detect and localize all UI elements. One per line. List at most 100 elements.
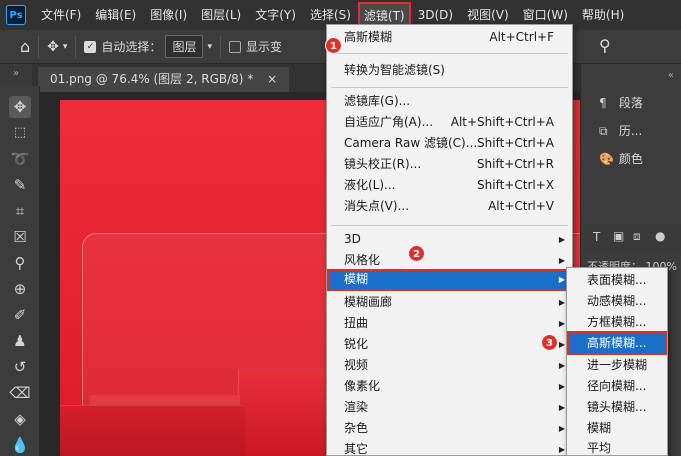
paint-bucket-tool-icon[interactable]: ◈ bbox=[9, 408, 31, 430]
submenu-item-average[interactable]: 平均 bbox=[567, 438, 667, 456]
menu-item-convert-smart-filter[interactable]: 转换为智能滤镜(S) bbox=[327, 60, 572, 81]
menu-item-last-filter[interactable]: 高斯模糊 Alt+Ctrl+F bbox=[327, 27, 572, 48]
submenu-arrow-icon: ▶ bbox=[558, 361, 565, 370]
menu-item-lens-correction[interactable]: 镜头校正(R)... Shift+Ctrl+R bbox=[327, 154, 572, 175]
menu-item-sharpen[interactable]: 锐化 ▶ bbox=[327, 334, 572, 355]
menu-item-other[interactable]: 其它 ▶ bbox=[327, 439, 572, 456]
chevron-down-icon[interactable]: ▾ bbox=[207, 42, 212, 52]
expand-arrows-icon[interactable]: » bbox=[0, 64, 32, 84]
menu-item-label: 风格化 bbox=[344, 253, 381, 267]
submenu-arrow-icon: ▶ bbox=[558, 445, 565, 454]
menu-item-adaptive-wide-angle[interactable]: 自适应广角(A)... Alt+Shift+Ctrl+A bbox=[327, 112, 572, 133]
menu-item-label: 高斯模糊 bbox=[344, 30, 393, 44]
menu-item-shortcut: Alt+Ctrl+F bbox=[489, 30, 554, 44]
color-label: 颜色 bbox=[618, 152, 643, 166]
menu-item-label: 模糊画廊 bbox=[344, 295, 393, 309]
menu-help[interactable]: 帮助(H) bbox=[575, 0, 631, 30]
panel-color[interactable]: 🎨 颜色 bbox=[599, 150, 643, 167]
menu-edit[interactable]: 编辑(E) bbox=[88, 0, 143, 30]
layers-filter-toolbar: T ▣ ⧈ ● bbox=[581, 224, 681, 252]
submenu-item-radial-blur[interactable]: 径向模糊... bbox=[567, 376, 667, 397]
menu-item-3d[interactable]: 3D ▶ bbox=[327, 229, 572, 250]
submenu-item-blur[interactable]: 模糊 bbox=[567, 418, 667, 439]
submenu-item-motion-blur[interactable]: 动感模糊... bbox=[567, 291, 667, 312]
menu-item-vanishing-point[interactable]: 消失点(V)... Alt+Ctrl+V bbox=[327, 196, 572, 217]
menu-item-liquify[interactable]: 液化(L)... Shift+Ctrl+X bbox=[327, 175, 572, 196]
menu-layer[interactable]: 图层(L) bbox=[194, 0, 248, 30]
submenu-item-gaussian-blur[interactable]: 高斯模糊... bbox=[567, 331, 667, 355]
menu-item-label: 转换为智能滤镜(S) bbox=[344, 63, 445, 77]
history-brush-tool-icon[interactable]: ↺ bbox=[9, 356, 31, 378]
divider bbox=[75, 35, 77, 58]
menu-item-label: 3D bbox=[344, 232, 361, 246]
collapse-arrows-icon[interactable]: « bbox=[581, 70, 681, 88]
chevron-down-icon[interactable]: ▾ bbox=[63, 42, 68, 52]
eyedropper-tool-icon[interactable]: ⚲ bbox=[9, 252, 31, 274]
quick-select-tool-icon[interactable]: ✎ bbox=[9, 174, 31, 196]
photoshop-window: Ps 文件(F) 编辑(E) 图像(I) 图层(L) 文字(Y) 选择(S) 滤… bbox=[0, 0, 681, 456]
show-transform-checkbox[interactable] bbox=[228, 40, 241, 53]
menu-item-shortcut: Alt+Ctrl+V bbox=[488, 199, 554, 213]
submenu-arrow-icon: ▶ bbox=[558, 340, 565, 349]
filter-toggle-icon[interactable]: ● bbox=[655, 229, 665, 243]
search-icon[interactable]: ⚲ bbox=[599, 36, 611, 55]
submenu-item-lens-blur[interactable]: 镜头模糊... bbox=[567, 397, 667, 418]
submenu-arrow-icon: ▶ bbox=[558, 235, 565, 244]
home-icon[interactable]: ⌂ bbox=[20, 37, 30, 56]
menu-item-label: 其它 bbox=[344, 442, 369, 456]
crop-tool-icon[interactable]: ⌗ bbox=[9, 200, 31, 222]
panel-paragraph[interactable]: ¶ 段落 bbox=[599, 94, 643, 111]
submenu-item-surface-blur[interactable]: 表面模糊... bbox=[567, 270, 667, 291]
menu-file[interactable]: 文件(F) bbox=[34, 0, 88, 30]
menu-item-label: 像素化 bbox=[344, 379, 381, 393]
menu-item-video[interactable]: 视频 ▶ bbox=[327, 355, 572, 376]
menu-item-noise[interactable]: 杂色 ▶ bbox=[327, 418, 572, 439]
menu-type[interactable]: 文字(Y) bbox=[248, 0, 303, 30]
menu-image[interactable]: 图像(I) bbox=[143, 0, 194, 30]
submenu-arrow-icon: ▶ bbox=[558, 256, 565, 265]
lasso-tool-icon[interactable]: ➰ bbox=[9, 148, 31, 170]
submenu-arrow-icon: ▶ bbox=[558, 319, 565, 328]
panel-history[interactable]: ⧉ 历... bbox=[599, 122, 642, 139]
move-tool-icon[interactable]: ✥ bbox=[9, 96, 31, 118]
brush-tool-icon[interactable]: ✐ bbox=[9, 304, 31, 326]
paragraph-icon: ¶ bbox=[599, 96, 607, 110]
submenu-arrow-icon: ▶ bbox=[558, 424, 565, 433]
frame-tool-icon[interactable]: ☒ bbox=[9, 226, 31, 248]
smart-object-filter-icon[interactable]: ⧈ bbox=[633, 229, 641, 244]
auto-select-checkbox[interactable]: ✓ bbox=[84, 40, 97, 53]
menu-item-shortcut: Shift+Ctrl+X bbox=[477, 178, 554, 192]
auto-select-label: 自动选择： bbox=[101, 40, 162, 54]
blur-tool-icon[interactable]: 💧 bbox=[9, 434, 31, 456]
menu-separator bbox=[331, 87, 568, 88]
document-tab[interactable]: 01.png @ 76.4% (图层 2, RGB/8) * × bbox=[38, 67, 290, 92]
photoshop-logo: Ps bbox=[6, 5, 26, 25]
close-icon[interactable]: × bbox=[267, 72, 277, 86]
healing-brush-tool-icon[interactable]: ⊕ bbox=[9, 278, 31, 300]
type-filter-icon[interactable]: T bbox=[593, 230, 600, 244]
menu-item-render[interactable]: 渲染 ▶ bbox=[327, 397, 572, 418]
auto-select-dropdown[interactable]: 图层 bbox=[165, 35, 204, 58]
menu-item-label: 扭曲 bbox=[344, 316, 369, 330]
tools-panel: ✥ ⬚ ➰ ✎ ⌗ ☒ ⚲ ⊕ ✐ ♟ ↺ ⌫ ◈ 💧 bbox=[0, 86, 40, 456]
clone-stamp-tool-icon[interactable]: ♟ bbox=[9, 330, 31, 352]
submenu-item-blur-more[interactable]: 进一步模糊 bbox=[567, 355, 667, 376]
submenu-item-box-blur[interactable]: 方框模糊... bbox=[567, 312, 667, 333]
menu-item-stylize[interactable]: 风格化 ▶ bbox=[327, 250, 572, 271]
menu-item-filter-gallery[interactable]: 滤镜库(G)... bbox=[327, 91, 572, 112]
menu-item-pixelate[interactable]: 像素化 ▶ bbox=[327, 376, 572, 397]
menu-item-blur[interactable]: 模糊 ▶ bbox=[327, 269, 572, 291]
menu-item-blur-gallery[interactable]: 模糊画廊 ▶ bbox=[327, 292, 572, 313]
divider bbox=[38, 35, 40, 58]
menu-item-distort[interactable]: 扭曲 ▶ bbox=[327, 313, 572, 334]
shape-filter-icon[interactable]: ▣ bbox=[613, 229, 624, 243]
menu-item-label: 模糊 bbox=[344, 272, 369, 286]
menu-separator bbox=[331, 225, 568, 226]
menu-item-label: Camera Raw 滤镜(C)... bbox=[344, 136, 478, 150]
eraser-tool-icon[interactable]: ⌫ bbox=[9, 382, 31, 404]
move-tool-icon[interactable]: ✥ bbox=[47, 39, 59, 55]
divider bbox=[219, 35, 221, 58]
menu-item-camera-raw[interactable]: Camera Raw 滤镜(C)... Shift+Ctrl+A bbox=[327, 133, 572, 154]
marquee-tool-icon[interactable]: ⬚ bbox=[9, 122, 31, 144]
menu-item-label: 消失点(V)... bbox=[344, 199, 410, 213]
